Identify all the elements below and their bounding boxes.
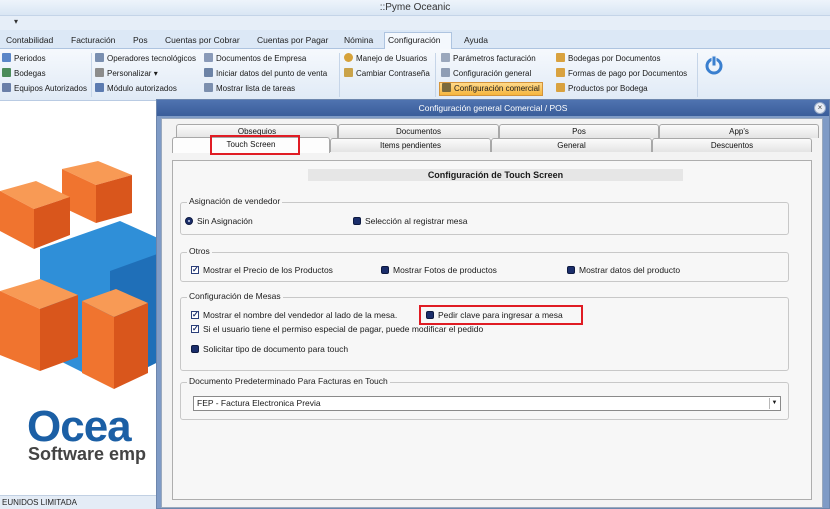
calendar-icon <box>2 53 11 62</box>
ribbon-productos-por-bodega[interactable]: Productos por Bodega <box>556 82 648 96</box>
ribbon-manejo-usuarios[interactable]: Manejo de Usuarios <box>344 52 427 66</box>
tab-pos[interactable]: Pos <box>130 33 151 49</box>
group-otros-legend: Otros <box>187 246 212 256</box>
touch-screen-panel: Configuración de Touch Screen Asignación… <box>172 160 812 500</box>
status-company: EUNIDOS LIMITADA <box>0 495 156 509</box>
radio-icon <box>353 217 361 225</box>
tab-cuentas-por-pagar[interactable]: Cuentas por Pagar <box>254 33 331 49</box>
ribbon-modulo-autorizados[interactable]: Módulo autorizados <box>95 82 177 96</box>
group-documento: Documento Predeterminado Para Facturas e… <box>180 376 789 420</box>
group-vendedor-legend: Asignación de vendedor <box>187 196 283 206</box>
tab-pos[interactable]: Pos <box>499 124 659 138</box>
ribbon-separator <box>435 53 436 97</box>
dialog-title: Configuración general Comercial / POS <box>157 100 829 116</box>
key-icon <box>344 68 353 77</box>
oceanic-logo-cubes <box>0 161 160 389</box>
radio-seleccion-registrar-mesa[interactable]: Selección al registrar mesa <box>353 216 468 227</box>
ribbon-separator <box>91 53 92 97</box>
group-otros: Otros Mostrar el Precio de los Productos… <box>180 246 789 282</box>
app-title: ::Pyme Oceanic <box>379 2 451 13</box>
highlight-box-pedir-clave <box>419 305 583 325</box>
chevron-down-icon[interactable]: ▼ <box>769 398 779 409</box>
ribbon-parametros-facturacion[interactable]: Parámetros facturación <box>441 52 536 66</box>
settings-icon <box>441 68 450 77</box>
ribbon-documentos-empresa[interactable]: Documentos de Empresa <box>204 52 306 66</box>
radio-sin-asignacion[interactable]: Sin Asignación <box>185 216 253 227</box>
ribbon-configuracion-comercial[interactable]: Configuración comercial <box>439 82 543 96</box>
ribbon-personalizar[interactable]: Personalizar ▾ <box>95 67 158 81</box>
ribbon-iniciar-punto-venta[interactable]: Iniciar datos del punto de venta <box>204 67 327 81</box>
warehouse-doc-icon <box>556 53 565 62</box>
check-mostrar-datos[interactable]: Mostrar datos del producto <box>567 265 680 276</box>
ribbon-separator <box>697 53 698 97</box>
check-mostrar-nombre-vendedor[interactable]: Mostrar el nombre del vendedor al lado d… <box>191 309 397 321</box>
check-mostrar-fotos[interactable]: Mostrar Fotos de productos <box>381 265 497 276</box>
documents-icon <box>204 53 213 62</box>
customize-icon <box>95 68 104 77</box>
tasks-icon <box>204 83 213 92</box>
checkbox-unchecked-icon <box>191 345 199 353</box>
tab-ayuda[interactable]: Ayuda <box>461 33 491 49</box>
ribbon-tabs: Contabilidad Facturación Pos Cuentas por… <box>0 30 830 50</box>
tools-icon <box>442 83 451 92</box>
group-documento-legend: Documento Predeterminado Para Facturas e… <box>187 376 390 386</box>
close-icon[interactable]: × <box>814 102 826 114</box>
config-dialog: Configuración general Comercial / POS × … <box>156 99 830 509</box>
check-mostrar-precio[interactable]: Mostrar el Precio de los Productos <box>191 264 333 276</box>
tab-apps[interactable]: App's <box>659 124 819 138</box>
brand-subtitle: Software emp <box>28 444 147 464</box>
ribbon-lista-tareas[interactable]: Mostrar lista de tareas <box>204 82 295 96</box>
settings-icon <box>441 53 450 62</box>
app-titlebar: ::Pyme Oceanic <box>0 0 830 16</box>
check-solicitar-tipo-documento[interactable]: Solicitar tipo de documento para touch <box>191 344 348 355</box>
ribbon-separator <box>339 53 340 97</box>
group-vendedor: Asignación de vendedor Sin Asignación Se… <box>180 196 789 235</box>
check-permiso-especial-pagar[interactable]: Si el usuario tiene el permiso especial … <box>191 323 483 335</box>
checkbox-checked-icon <box>191 264 199 275</box>
quick-access-dropdown-icon[interactable]: ▾ <box>14 17 18 26</box>
ribbon-configuracion-general[interactable]: Configuración general <box>441 67 531 81</box>
ribbon-equipos-autorizados[interactable]: Equipos Autorizados <box>2 82 87 96</box>
quick-access-toolbar: ▾ <box>0 16 830 30</box>
users-icon <box>344 53 353 62</box>
operators-icon <box>95 53 104 62</box>
group-mesas-legend: Configuración de Mesas <box>187 291 283 301</box>
computer-icon <box>2 83 11 92</box>
warehouse-icon <box>2 68 11 77</box>
power-icon[interactable] <box>703 54 725 76</box>
checkbox-checked-icon <box>191 323 199 334</box>
checkbox-checked-icon <box>191 309 199 320</box>
ribbon-bodegas[interactable]: Bodegas <box>2 67 46 81</box>
checkbox-unchecked-icon <box>567 266 575 274</box>
group-mesas: Configuración de Mesas Mostrar el nombre… <box>180 291 789 371</box>
radio-selected-icon <box>185 217 193 225</box>
tab-contabilidad[interactable]: Contabilidad <box>3 33 56 49</box>
tab-facturacion[interactable]: Facturación <box>68 33 118 49</box>
ribbon-operadores-tecnologicos[interactable]: Operadores tecnológicos <box>95 52 196 66</box>
tab-configuracion[interactable]: Configuración <box>384 32 452 50</box>
ribbon-cambiar-contrasena[interactable]: Cambiar Contraseña <box>344 67 430 81</box>
tab-items-pendientes[interactable]: Items pendientes <box>330 138 491 152</box>
pos-start-icon <box>204 68 213 77</box>
tab-general[interactable]: General <box>491 138 652 152</box>
ribbon-periodos[interactable]: Periodos <box>2 52 46 66</box>
panel-title: Configuración de Touch Screen <box>308 169 683 181</box>
ribbon-bodegas-por-documentos[interactable]: Bodegas por Documentos <box>556 52 661 66</box>
ribbon-formas-pago-documentos[interactable]: Formas de pago por Documentos <box>556 67 687 81</box>
tab-nomina[interactable]: Nómina <box>341 33 376 49</box>
documento-predeterminado-select[interactable]: FEP - Factura Electronica Previa ▼ <box>193 396 781 411</box>
dialog-body: Obsequios Documentos Pos App's Touch Scr… <box>161 118 823 508</box>
tab-descuentos[interactable]: Descuentos <box>652 138 812 152</box>
payment-doc-icon <box>556 68 565 77</box>
checkbox-unchecked-icon <box>381 266 389 274</box>
tab-cuentas-por-cobrar[interactable]: Cuentas por Cobrar <box>162 33 243 49</box>
documento-predeterminado-value: FEP - Factura Electronica Previa <box>197 398 321 408</box>
tab-documentos[interactable]: Documentos <box>338 124 499 138</box>
module-icon <box>95 83 104 92</box>
highlight-box-touch-screen <box>210 135 300 155</box>
product-warehouse-icon <box>556 83 565 92</box>
